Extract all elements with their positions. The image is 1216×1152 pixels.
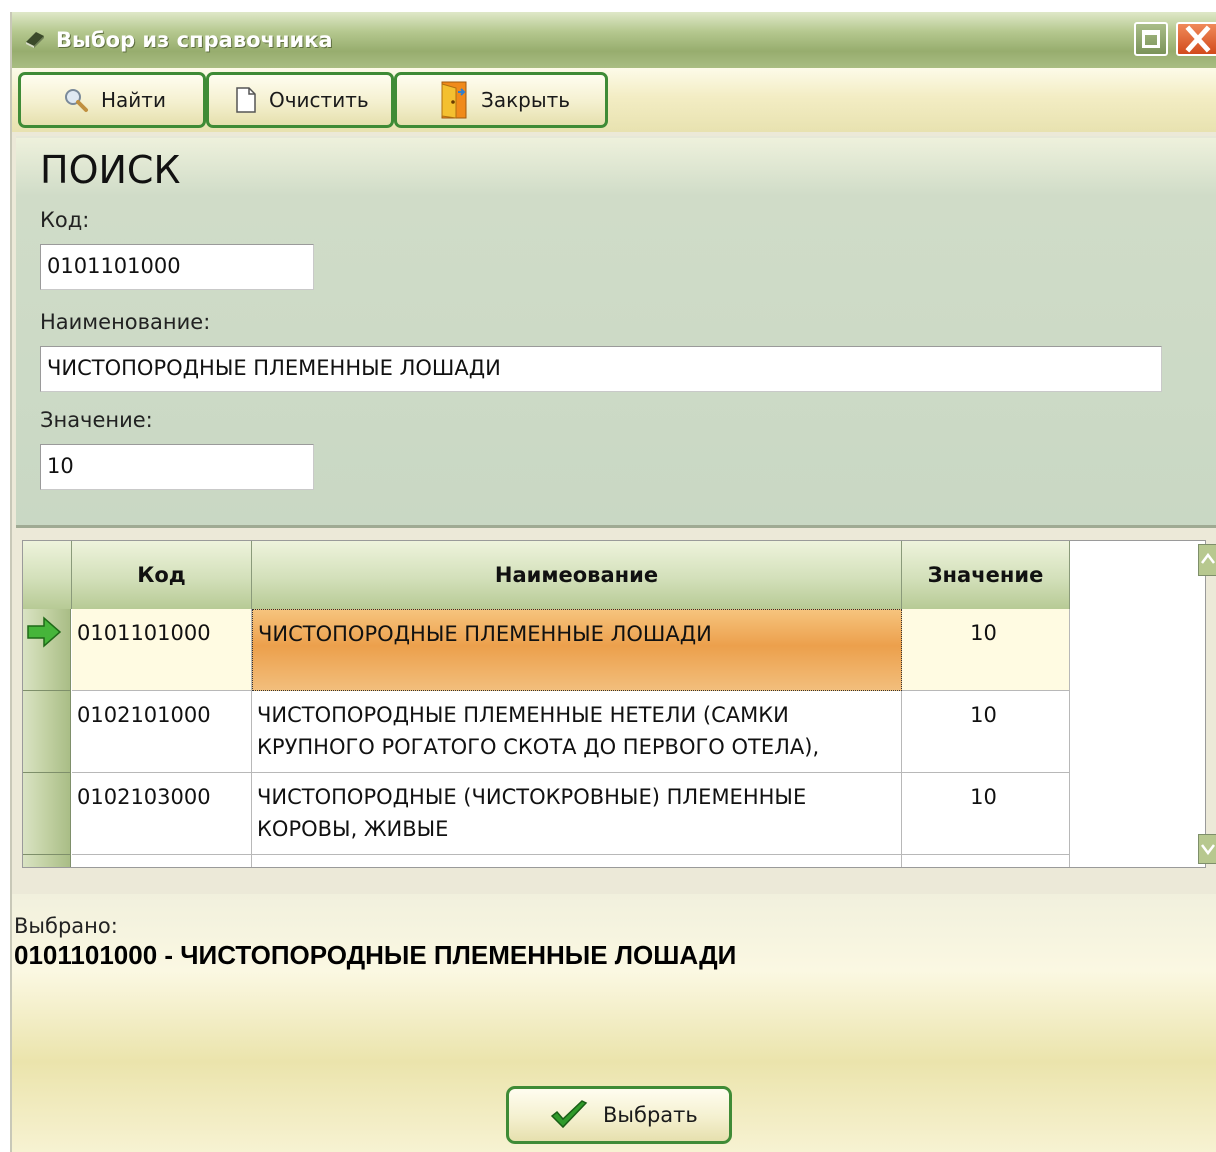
blank-page-icon: [236, 87, 256, 113]
chevron-up-icon: [1201, 552, 1215, 564]
grid-corner: [23, 541, 72, 609]
cell-code[interactable]: 0101101000: [72, 609, 252, 691]
column-header-value[interactable]: Значение: [902, 541, 1070, 609]
toolbar: Найти Очистить Закрыть: [12, 68, 1216, 132]
chevron-down-icon: [1201, 844, 1215, 856]
column-header-code[interactable]: Код: [72, 541, 252, 609]
close-button[interactable]: Закрыть: [394, 72, 608, 128]
close-icon: [1185, 25, 1211, 53]
cell-value[interactable]: 10: [902, 773, 1070, 855]
title-bar[interactable]: Выбор из справочника: [12, 12, 1216, 68]
column-header-name[interactable]: Наимеование: [252, 541, 902, 609]
row-header[interactable]: [23, 609, 71, 691]
cell-code[interactable]: 0102103000: [72, 773, 252, 855]
dialog-window: Выбор из справочника Найти Очистить Закр…: [10, 12, 1216, 1152]
name-field[interactable]: ЧИСТОПОРОДНЫЕ ПЛЕМЕННЫЕ ЛОШАДИ: [40, 346, 1162, 392]
door-exit-icon: [441, 81, 467, 119]
cell-name[interactable]: ЧИСТОПОРОДНЫЕ ПЛЕМЕННЫЕ ЛОШАДИ: [252, 609, 902, 691]
close-window-button[interactable]: [1176, 22, 1216, 56]
green-arrow-right-icon: [27, 616, 62, 648]
value-field[interactable]: 10: [40, 444, 314, 490]
choose-button[interactable]: Выбрать: [506, 1086, 732, 1144]
name-label: Наименование:: [40, 310, 211, 334]
clear-button[interactable]: Очистить: [206, 72, 394, 128]
cell-name[interactable]: [252, 855, 902, 867]
window-title: Выбор из справочника: [56, 28, 333, 52]
magnifier-icon: [65, 89, 88, 112]
find-button[interactable]: Найти: [18, 72, 206, 128]
find-label: Найти: [101, 88, 166, 112]
clear-label: Очистить: [269, 88, 369, 112]
row-header[interactable]: [23, 691, 71, 773]
search-panel: ПОИСК Код: 0101101000 Наименование: ЧИСТ…: [16, 136, 1216, 528]
cell-value[interactable]: 10: [902, 691, 1070, 773]
checkmark-icon: [550, 1100, 588, 1129]
cell-value[interactable]: [902, 855, 1070, 867]
selected-caption: Выбрано:: [14, 914, 118, 938]
maximize-button[interactable]: [1134, 22, 1168, 56]
choose-label: Выбрать: [603, 1103, 698, 1127]
cell-name[interactable]: ЧИСТОПОРОДНЫЕ (ЧИСТОКРОВНЫЕ) ПЛЕМЕННЫЕ К…: [252, 773, 902, 855]
selected-value: 0101101000 - ЧИСТОПОРОДНЫЕ ПЛЕМЕННЫЕ ЛОШ…: [14, 940, 737, 970]
cell-value[interactable]: 10: [902, 609, 1070, 691]
selected-panel: Выбрано: 0101101000 - ЧИСТОПОРОДНЫЕ ПЛЕМ…: [12, 894, 1216, 1152]
row-header[interactable]: [23, 855, 71, 867]
book-icon: [26, 32, 44, 48]
results-grid[interactable]: Код Наимеование Значение 0101101000 ЧИСТ…: [22, 540, 1206, 868]
cell-code[interactable]: 0102101000: [72, 691, 252, 773]
code-field[interactable]: 0101101000: [40, 244, 314, 290]
scroll-down-button[interactable]: [1198, 834, 1216, 864]
search-title: ПОИСК: [40, 148, 181, 192]
code-label: Код:: [40, 208, 90, 232]
cell-code[interactable]: [72, 855, 252, 867]
maximize-icon: [1142, 30, 1160, 48]
scroll-up-button[interactable]: [1198, 544, 1216, 576]
row-header[interactable]: [23, 773, 71, 855]
cell-name[interactable]: ЧИСТОПОРОДНЫЕ ПЛЕМЕННЫЕ НЕТЕЛИ (САМКИ КР…: [252, 691, 902, 773]
value-label: Значение:: [40, 408, 153, 432]
close-label: Закрыть: [481, 88, 571, 112]
